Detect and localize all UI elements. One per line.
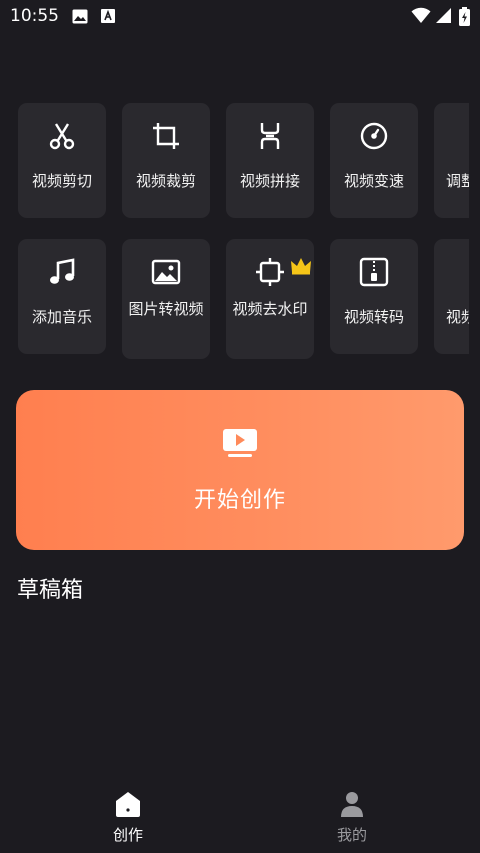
tool-video-more[interactable]: 视频 xyxy=(434,239,469,354)
nav-create[interactable]: 创作 xyxy=(68,790,188,845)
tool-label: 视频拼接 xyxy=(239,172,300,190)
watermark-icon xyxy=(256,258,284,286)
profile-icon xyxy=(341,792,363,817)
nav-mine[interactable]: 我的 xyxy=(292,790,412,845)
status-bar: 10:55 xyxy=(0,0,480,34)
scissors-icon xyxy=(49,123,75,150)
nav-mine-label: 我的 xyxy=(336,826,367,844)
merge-icon xyxy=(260,123,280,149)
start-create-button[interactable]: 开始创作 xyxy=(16,390,464,550)
video-icon xyxy=(463,257,469,287)
tool-video-speed[interactable]: 视频变速 xyxy=(330,103,418,218)
adjust-icon xyxy=(463,121,469,151)
font-notification-icon xyxy=(101,9,115,23)
tool-label: 调整 xyxy=(446,172,469,190)
tool-video-transcode[interactable]: 视频转码 xyxy=(330,239,418,354)
tool-add-music[interactable]: 添加音乐 xyxy=(18,239,106,354)
video-play-icon xyxy=(223,429,257,457)
gallery-notification-icon xyxy=(72,9,88,24)
bottom-nav: 创作 我的 xyxy=(0,780,480,853)
tool-label: 视频转码 xyxy=(343,308,404,326)
crown-icon xyxy=(291,258,311,275)
tool-grid: 视频剪切 视频裁剪 视频拼接 视频变速 调整 添加音乐 图片转视频 视频去水印 … xyxy=(18,103,469,363)
home-icon xyxy=(116,792,140,817)
tool-label: 视频 xyxy=(446,308,469,326)
tool-label: 视频去水印 xyxy=(232,300,308,318)
music-icon xyxy=(50,258,75,284)
tool-label: 添加音乐 xyxy=(31,308,92,326)
status-time: 10:55 xyxy=(10,6,59,26)
battery-icon xyxy=(459,7,470,26)
image-icon xyxy=(151,259,181,285)
tool-label: 视频裁剪 xyxy=(135,172,196,190)
tool-label: 视频变速 xyxy=(343,172,404,190)
tool-label: 视频剪切 xyxy=(31,172,92,190)
tool-label: 图片转视频 xyxy=(128,300,204,318)
tool-remove-watermark[interactable]: 视频去水印 xyxy=(226,239,314,359)
zip-icon xyxy=(359,257,389,287)
crop-icon xyxy=(153,123,179,149)
signal-icon xyxy=(436,8,451,23)
drafts-title: 草稿箱 xyxy=(17,578,84,603)
tool-row: 添加音乐 图片转视频 视频去水印 视频转码 视频 xyxy=(18,239,469,359)
nav-create-label: 创作 xyxy=(112,826,143,844)
tool-adjust[interactable]: 调整 xyxy=(434,103,469,218)
speed-icon xyxy=(360,122,388,150)
tool-video-cut[interactable]: 视频剪切 xyxy=(18,103,106,218)
tool-row: 视频剪切 视频裁剪 视频拼接 视频变速 调整 xyxy=(18,103,469,218)
tool-image-to-video[interactable]: 图片转视频 xyxy=(122,239,210,359)
tool-video-merge[interactable]: 视频拼接 xyxy=(226,103,314,218)
wifi-icon xyxy=(411,7,431,23)
start-create-label: 开始创作 xyxy=(193,488,286,513)
tool-video-crop[interactable]: 视频裁剪 xyxy=(122,103,210,218)
